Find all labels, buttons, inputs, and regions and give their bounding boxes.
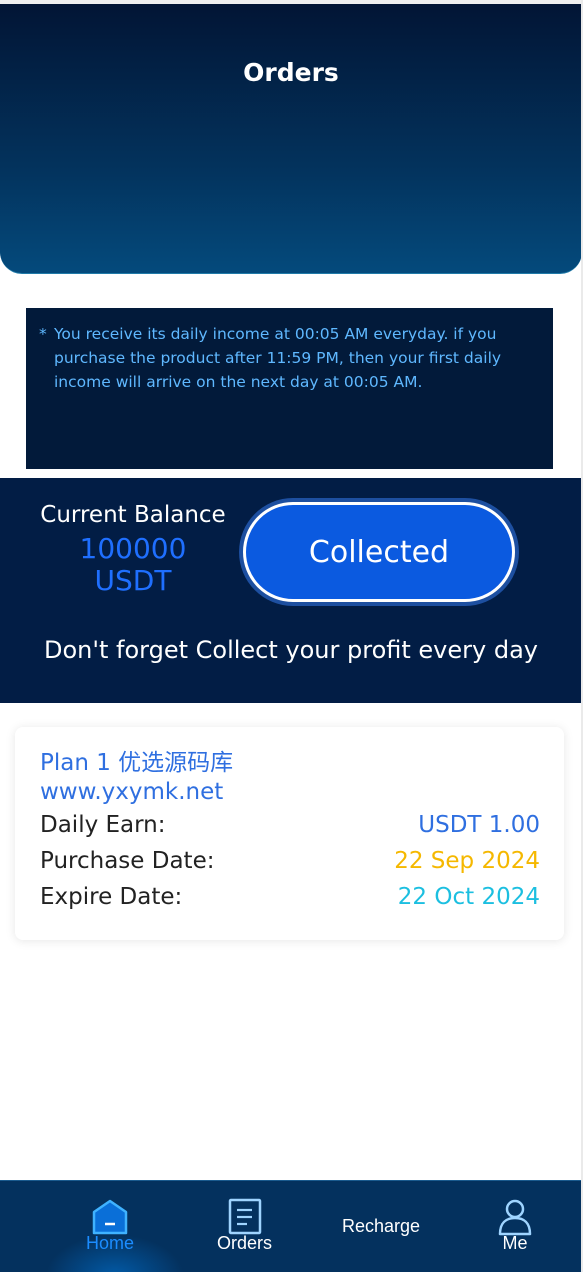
nav-me-label: Me xyxy=(502,1233,528,1253)
balance-label: Current Balance xyxy=(40,502,226,528)
plan-url: www.yxymk.net xyxy=(40,779,224,805)
orders-icon xyxy=(228,1198,261,1235)
expire-date-label: Expire Date: xyxy=(40,884,183,910)
nav-orders[interactable]: Orders xyxy=(217,1197,272,1254)
user-icon xyxy=(498,1199,532,1236)
nav-recharge[interactable]: Recharge xyxy=(342,1216,420,1237)
purchase-date-label: Purchase Date: xyxy=(40,848,215,874)
balance-value: 100000 xyxy=(79,532,187,565)
header: Orders xyxy=(0,4,582,274)
notice-row: * You receive its daily income at 00:05 … xyxy=(39,322,535,394)
nav-orders-label: Orders xyxy=(217,1233,273,1253)
nav-home[interactable]: Home xyxy=(86,1197,134,1254)
balance-panel: Current Balance 100000 USDT Collected Do… xyxy=(0,478,582,703)
collect-button-label: Collected xyxy=(243,502,515,602)
notice-text: You receive its daily income at 00:05 AM… xyxy=(54,325,502,391)
income-notice: * You receive its daily income at 00:05 … xyxy=(26,308,553,469)
notice-bullet: * xyxy=(39,325,47,343)
daily-earn-label: Daily Earn: xyxy=(40,812,166,838)
balance-amount: 100000 USDT xyxy=(30,533,236,597)
order-row-daily-earn: Daily Earn: USDT 1.00 xyxy=(40,807,540,843)
collect-reminder: Don't forget Collect your profit every d… xyxy=(44,636,538,664)
expire-date-value: 22 Oct 2024 xyxy=(397,884,540,910)
order-row-expire-date: Expire Date: 22 Oct 2024 xyxy=(40,879,540,915)
home-icon xyxy=(92,1199,128,1235)
order-card[interactable]: Plan 1 优选源码库 www.yxymk.net Daily Earn: U… xyxy=(15,727,564,940)
bottom-nav: Home Orders Recharge Me xyxy=(0,1180,582,1272)
page-title: Orders xyxy=(243,58,339,87)
nav-me[interactable]: Me xyxy=(495,1197,535,1254)
collect-button[interactable]: Collected xyxy=(239,498,519,606)
order-row-purchase-date: Purchase Date: 22 Sep 2024 xyxy=(40,843,540,879)
balance-currency: USDT xyxy=(94,564,172,597)
purchase-date-value: 22 Sep 2024 xyxy=(394,848,540,874)
plan-name: Plan 1 优选源码库 xyxy=(40,750,234,776)
daily-earn-value: USDT 1.00 xyxy=(418,812,540,838)
nav-home-label: Home xyxy=(86,1233,135,1253)
